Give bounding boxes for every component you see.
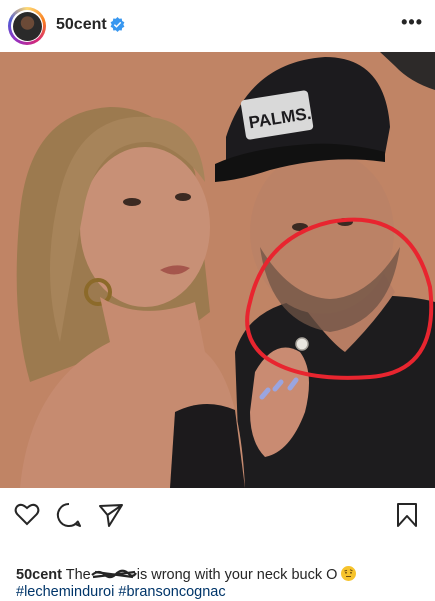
avatar[interactable] (8, 7, 46, 45)
post-photo[interactable]: PALMS. (0, 52, 435, 488)
avatar-image (12, 11, 42, 41)
more-options-icon[interactable]: ••• (401, 12, 423, 33)
caption-username[interactable]: 50cent (16, 567, 62, 583)
heart-icon[interactable] (14, 502, 40, 526)
comment-icon[interactable] (56, 502, 82, 528)
hashtag-link[interactable]: #bransoncognac (118, 584, 225, 600)
caption-text-before: The (65, 567, 91, 583)
post-caption: 50cent The is wrong with your neck buck O… (16, 566, 426, 601)
redacted-scribble (91, 569, 137, 579)
post-header: 50cent ••• (0, 0, 435, 52)
username[interactable]: 50cent (56, 16, 107, 34)
hashtag-link[interactable]: #lecheminduroi (16, 584, 114, 600)
raised-eyebrow-emoji-icon (341, 566, 357, 581)
avatar-ring (11, 10, 43, 42)
action-bar (0, 488, 435, 540)
share-icon[interactable] (98, 502, 124, 528)
bookmark-icon[interactable] (396, 502, 418, 528)
caption-text-after: is wrong with your neck buck O (136, 567, 338, 583)
photo-scene: PALMS. (0, 52, 435, 488)
verified-badge-icon (110, 17, 125, 32)
